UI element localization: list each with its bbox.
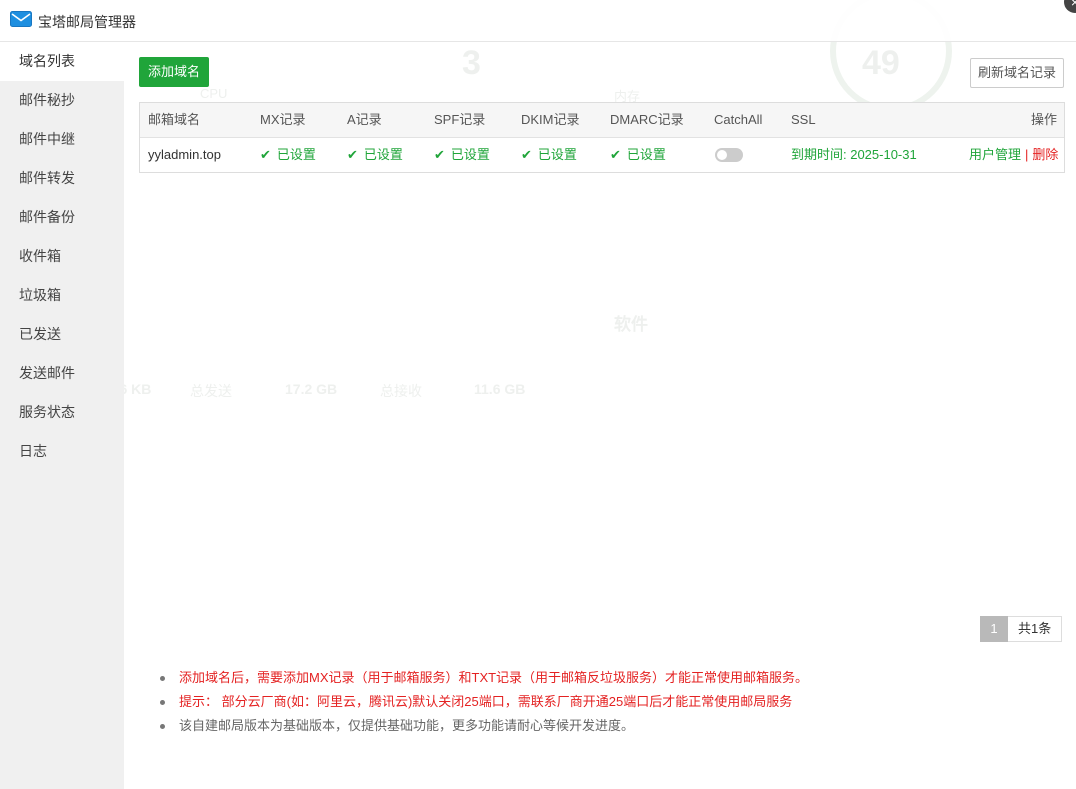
column-header-dkim: DKIM记录 xyxy=(521,112,580,127)
background-cpu-label: CPU xyxy=(200,86,228,101)
tip-item: 提示： 部分云厂商(如：阿里云，腾讯云)默认关闭25端口，需联系厂商开通25端口… xyxy=(160,690,808,714)
close-icon: × xyxy=(1070,0,1076,10)
table-row: yyladmin.top ✔ 已设置 ✔ 已设置 ✔ 已设置 ✔ 已设置 ✔ 已设置 到期… xyxy=(140,138,1064,172)
check-icon: ✔ xyxy=(610,147,621,162)
dmarc-status-cell: ✔ 已设置 xyxy=(610,138,666,172)
sidebar-item-domain-list[interactable]: 域名列表 xyxy=(0,42,124,81)
check-icon: ✔ xyxy=(521,147,532,162)
sidebar: 域名列表 邮件秘抄 邮件中继 邮件转发 邮件备份 收件箱 垃圾箱 已发送 发送邮… xyxy=(0,42,124,789)
tip-item: 该自建邮局版本为基础版本，仅提供基础功能，更多功能请耐心等候开发进度。 xyxy=(160,714,808,738)
sidebar-item-send-mail[interactable]: 发送邮件 xyxy=(0,354,124,393)
column-header-spf: SPF记录 xyxy=(434,112,486,127)
pagination: 1 共1条 xyxy=(980,616,1063,642)
catchall-toggle[interactable] xyxy=(715,148,743,162)
background-traffic-label: 总发送 xyxy=(190,383,232,399)
domain-table: 邮箱域名 MX记录 A记录 SPF记录 DKIM记录 DMARC记录 Catch… xyxy=(139,102,1065,173)
a-status-cell: ✔ 已设置 xyxy=(347,138,403,172)
add-domain-button[interactable]: 添加域名 xyxy=(139,57,209,87)
sidebar-item-spam[interactable]: 垃圾箱 xyxy=(0,276,124,315)
background-mem-value: 49 xyxy=(862,44,900,82)
column-header-domain: 邮箱域名 xyxy=(148,112,201,127)
column-header-catchall: CatchAll xyxy=(714,112,763,127)
background-disk-used: 11.6 GB xyxy=(474,381,526,397)
background-software-title: 软件 xyxy=(614,315,648,334)
title-bar: 宝塔邮局管理器 xyxy=(0,0,1076,42)
background-cpu-value: 3 xyxy=(462,44,481,82)
sidebar-item-mail-backup[interactable]: 邮件备份 xyxy=(0,198,124,237)
check-icon: ✔ xyxy=(434,147,445,162)
window-title: 宝塔邮局管理器 xyxy=(38,14,136,30)
bullet-icon xyxy=(160,700,165,705)
column-header-actions: 操作 xyxy=(1031,112,1058,127)
background-disk-total: 17.2 GB xyxy=(285,381,338,397)
table-header-row: 邮箱域名 MX记录 A记录 SPF记录 DKIM记录 DMARC记录 Catch… xyxy=(140,103,1064,138)
mail-icon xyxy=(10,11,32,27)
toggle-knob xyxy=(717,150,727,160)
action-separator: | xyxy=(1025,147,1029,162)
refresh-domain-records-button[interactable]: 刷新域名记录 xyxy=(970,58,1064,88)
ssl-expiry-cell: 到期时间: 2025-10-31 xyxy=(791,147,917,162)
sidebar-item-inbox[interactable]: 收件箱 xyxy=(0,237,124,276)
user-management-link[interactable]: 用户管理 xyxy=(969,147,1021,162)
column-header-mx: MX记录 xyxy=(260,112,306,127)
check-icon: ✔ xyxy=(260,147,271,162)
sidebar-item-mail-bcc[interactable]: 邮件秘抄 xyxy=(0,81,124,120)
column-header-ssl: SSL xyxy=(791,112,816,127)
spf-status-cell: ✔ 已设置 xyxy=(434,138,490,172)
check-icon: ✔ xyxy=(347,147,358,162)
domain-cell: yyladmin.top xyxy=(148,147,221,162)
bullet-icon xyxy=(160,724,165,729)
sidebar-item-mail-forward[interactable]: 邮件转发 xyxy=(0,159,124,198)
mx-status-cell: ✔ 已设置 xyxy=(260,138,316,172)
sidebar-item-mail-relay[interactable]: 邮件中继 xyxy=(0,120,124,159)
column-header-a: A记录 xyxy=(347,112,382,127)
actions-cell: 用户管理 | 删除 xyxy=(969,138,1058,172)
page-number-current[interactable]: 1 xyxy=(980,616,1008,642)
tips-list: 添加域名后，需要添加MX记录（用于邮箱服务）和TXT记录（用于邮箱反垃圾服务）才… xyxy=(160,666,808,738)
background-disk-label: 总接收 xyxy=(380,383,422,399)
tip-item: 添加域名后，需要添加MX记录（用于邮箱服务）和TXT记录（用于邮箱反垃圾服务）才… xyxy=(160,666,808,690)
column-header-dmarc: DMARC记录 xyxy=(610,112,684,127)
bullet-icon xyxy=(160,676,165,681)
sidebar-item-logs[interactable]: 日志 xyxy=(0,432,124,471)
dkim-status-cell: ✔ 已设置 xyxy=(521,138,577,172)
page-total-count: 共1条 xyxy=(1008,616,1063,642)
delete-link[interactable]: 删除 xyxy=(1032,147,1058,162)
sidebar-item-service-status[interactable]: 服务状态 xyxy=(0,393,124,432)
sidebar-item-sent[interactable]: 已发送 xyxy=(0,315,124,354)
